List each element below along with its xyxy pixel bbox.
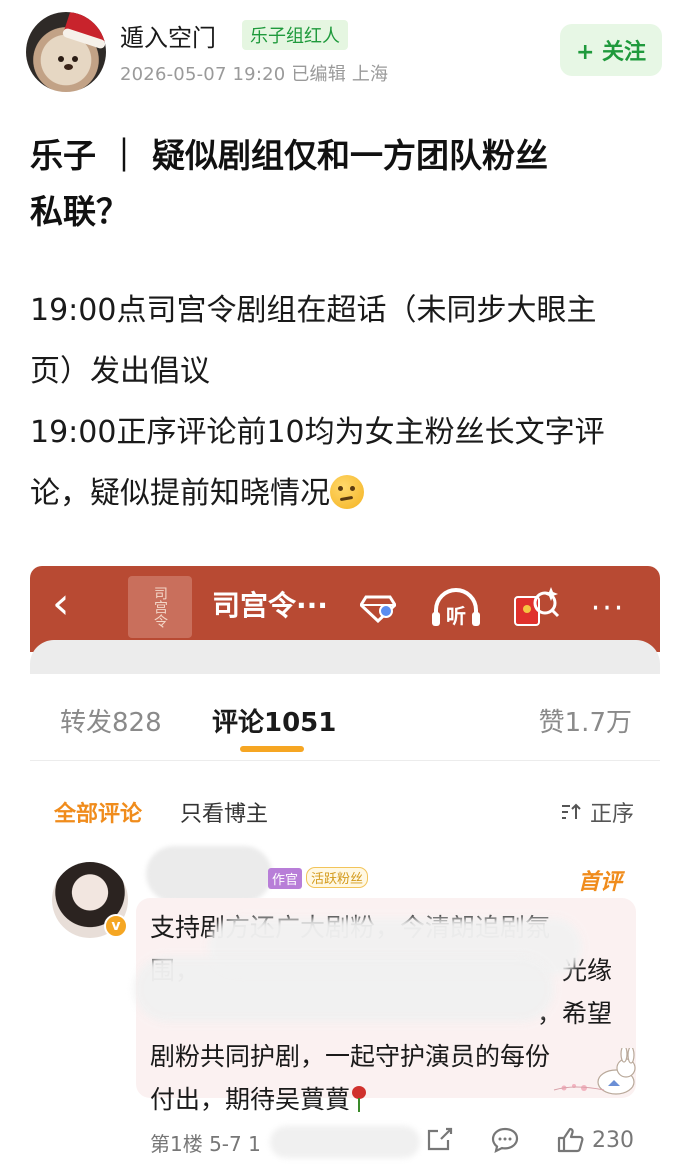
sort-order: 正序	[561, 796, 634, 828]
post-body-line: 页）发出倡议	[30, 354, 210, 389]
redaction-blur	[270, 1126, 420, 1158]
screenshot-title: 司宫令···	[212, 589, 328, 622]
comment-action	[490, 1126, 520, 1154]
comment-floor-info: 第1楼 5-7 1	[150, 1132, 261, 1156]
like-icon	[557, 1127, 584, 1153]
tab-active-indicator	[240, 746, 304, 752]
thinking-face-icon	[330, 475, 364, 509]
filter-owner-only: 只看博主	[180, 802, 269, 827]
active-fan-badge: 活跃粉丝	[306, 867, 369, 888]
author-badge: 乐子组红人	[242, 20, 348, 50]
first-comment-label: 首评	[577, 870, 622, 895]
redaction-blur	[134, 956, 554, 1022]
filter-all-comments: 全部评论	[54, 802, 143, 827]
sort-icon	[561, 802, 583, 827]
share-icon	[427, 1127, 453, 1151]
embedded-screenshot[interactable]: ‹ 司宫令 司宫令··· 听 ··· 转发828 评论1051 赞1.7万 全部…	[30, 566, 660, 1170]
red-packet-icon	[510, 582, 562, 634]
post-body-line: 19:00点司宫令剧组在超话（未同步大眼主	[30, 293, 597, 328]
listen-label: 听	[446, 603, 466, 628]
post-body: 19:00点司宫令剧组在超话（未同步大眼主 页）发出倡议 19:00正序评论前1…	[30, 280, 660, 524]
like-count: 230	[592, 1127, 634, 1153]
tab-likes: 赞1.7万	[538, 708, 632, 738]
post-title-line: 私联？	[30, 192, 129, 231]
comment-text-fragment: 付出，期待吴蕒蕒	[150, 1085, 351, 1114]
comment-icon	[491, 1127, 519, 1154]
post-title: 乐子 ｜ 疑似剧组仅和一方团队粉丝 私联？	[30, 128, 660, 240]
bunny-sticker-icon	[553, 1048, 636, 1095]
verified-icon: v	[104, 914, 128, 938]
sort-label: 正序	[589, 802, 634, 827]
back-icon: ‹	[52, 578, 70, 629]
screenshot-sheet-edge	[30, 640, 660, 674]
post-body-text: 论，疑似提前知晓情况	[30, 476, 330, 511]
like-action: 230	[556, 1126, 634, 1154]
post-title-line: 乐子 ｜ 疑似剧组仅和一方团队粉丝	[30, 136, 548, 175]
diamond-icon	[352, 582, 404, 634]
role-badge: 作官	[268, 868, 303, 889]
screenshot-tabs: 转发828 评论1051 赞1.7万	[30, 674, 660, 760]
rose-icon	[350, 1086, 368, 1112]
post-meta: 2026-05-07 19:20 已编辑 上海	[120, 64, 389, 85]
headphones-icon: 听	[430, 582, 482, 634]
tab-comments: 评论1051	[212, 708, 337, 738]
drama-logo-text: 司宫令	[152, 586, 168, 628]
tab-repost: 转发828	[60, 708, 162, 738]
author-name[interactable]: 遁入空门	[120, 18, 216, 53]
follow-button[interactable]: + 关注	[560, 24, 662, 76]
drama-logo: 司宫令	[128, 576, 192, 638]
more-icon: ···	[590, 590, 626, 626]
commenter-name-redacted	[146, 846, 272, 902]
share-action	[426, 1126, 454, 1152]
post-body-line: 论，疑似提前知晓情况	[30, 463, 660, 524]
divider	[30, 760, 660, 761]
author-avatar[interactable]	[26, 12, 106, 92]
post-body-line: 19:00正序评论前10均为女主粉丝长文字评	[30, 415, 605, 450]
